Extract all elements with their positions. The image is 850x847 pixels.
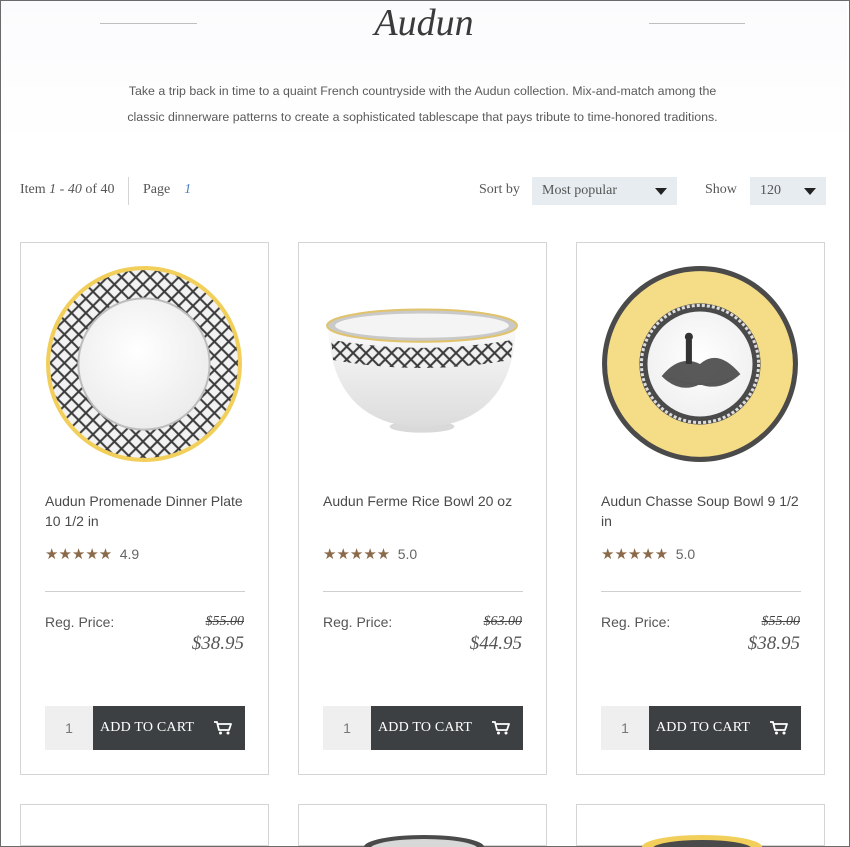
- product-card: Audun Chasse Soup Bowl 9 1/2 in ★★★★★ 5.…: [576, 242, 825, 775]
- cart-icon: [770, 721, 788, 735]
- show-label: Show: [705, 182, 737, 197]
- quantity-input[interactable]: 1: [323, 706, 371, 750]
- add-to-cart-button[interactable]: ADD TO CART: [93, 706, 245, 750]
- rating-stars: ★★★★★: [323, 546, 391, 563]
- item-label: Item: [20, 182, 46, 197]
- original-price: $63.00: [483, 614, 523, 629]
- product-card: [576, 804, 825, 847]
- page-link[interactable]: 1: [184, 182, 191, 197]
- rating-value: 4.9: [119, 546, 140, 562]
- reg-price-label: Reg. Price:: [45, 614, 115, 630]
- rating-value: 5.0: [397, 546, 418, 562]
- quantity-input[interactable]: 1: [601, 706, 649, 750]
- product-rating: ★★★★★ 5.0: [323, 545, 417, 565]
- card-divider: [601, 591, 801, 592]
- item-range-separator: -: [56, 182, 68, 197]
- page-indicator: Page 1: [143, 182, 191, 198]
- collection-description: Take a trip back in time to a quaint Fre…: [95, 78, 750, 130]
- sort-select-value: Most popular: [542, 183, 618, 198]
- sale-price: $44.95: [469, 633, 522, 654]
- add-to-cart-label: ADD TO CART: [378, 720, 473, 735]
- cart-icon: [492, 721, 510, 735]
- add-to-cart-label: ADD TO CART: [100, 720, 195, 735]
- soup-bowl-icon[interactable]: [599, 263, 801, 465]
- product-card: [298, 804, 547, 847]
- add-to-cart-button[interactable]: ADD TO CART: [371, 706, 523, 750]
- collection-title: Audun: [374, 2, 474, 44]
- add-to-cart-label: ADD TO CART: [656, 720, 751, 735]
- product-name[interactable]: Audun Promenade Dinner Plate 10 1/2 in: [45, 491, 250, 531]
- product-card: [20, 804, 269, 846]
- cart-icon: [214, 721, 232, 735]
- chevron-down-icon: [655, 188, 667, 195]
- add-to-cart-button[interactable]: ADD TO CART: [649, 706, 801, 750]
- item-count: Item 1 - 40 of 40: [20, 182, 115, 198]
- item-range-end: 40: [67, 182, 82, 197]
- sort-select[interactable]: Most popular: [532, 177, 677, 205]
- toolbar-divider: [128, 177, 129, 205]
- dinnerware-image[interactable]: [637, 831, 767, 847]
- dinnerware-image[interactable]: [359, 831, 489, 847]
- chevron-down-icon: [804, 188, 816, 195]
- original-price: $55.00: [761, 614, 801, 629]
- original-price: $55.00: [205, 614, 245, 629]
- show-select-value: 120: [760, 183, 781, 198]
- rating-stars: ★★★★★: [601, 546, 669, 563]
- product-rating: ★★★★★ 5.0: [601, 545, 695, 565]
- sale-price: $38.95: [747, 633, 800, 654]
- product-name[interactable]: Audun Chasse Soup Bowl 9 1/2 in: [601, 491, 806, 531]
- dinner-plate-icon[interactable]: [43, 263, 245, 465]
- sort-label: Sort by: [479, 182, 520, 197]
- rating-value: 5.0: [675, 546, 696, 562]
- reg-price-label: Reg. Price:: [601, 614, 671, 630]
- page-label: Page: [143, 182, 171, 197]
- description-line-1: Take a trip back in time to a quaint Fre…: [128, 84, 717, 98]
- quantity-input[interactable]: 1: [45, 706, 93, 750]
- sale-price: $38.95: [191, 633, 244, 654]
- card-divider: [323, 591, 523, 592]
- card-divider: [45, 591, 245, 592]
- product-rating: ★★★★★ 4.9: [45, 545, 139, 565]
- product-card: Audun Promenade Dinner Plate 10 1/2 in ★…: [20, 242, 269, 775]
- show-select[interactable]: 120: [750, 177, 826, 205]
- item-total: of 40: [85, 182, 115, 197]
- product-name[interactable]: Audun Ferme Rice Bowl 20 oz: [323, 491, 528, 511]
- rating-stars: ★★★★★: [45, 546, 113, 563]
- description-line-2: classic dinnerware patterns to create a …: [127, 110, 718, 124]
- rice-bowl-icon[interactable]: [321, 263, 523, 465]
- reg-price-label: Reg. Price:: [323, 614, 393, 630]
- product-card: Audun Ferme Rice Bowl 20 oz ★★★★★ 5.0 Re…: [298, 242, 547, 775]
